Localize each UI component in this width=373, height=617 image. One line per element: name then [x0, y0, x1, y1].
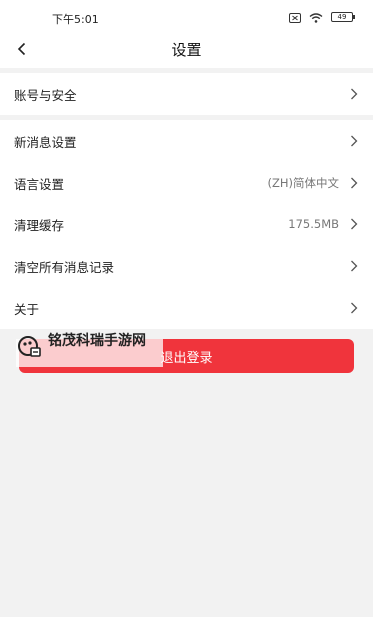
settings-item-label: 新消息设置	[14, 134, 77, 150]
settings-group-account: 账号与安全	[0, 73, 373, 115]
chevron-right-icon	[349, 217, 359, 231]
chevron-right-icon	[349, 87, 359, 101]
settings-item-label: 清理缓存	[14, 217, 65, 233]
battery-icon: 49	[331, 12, 355, 22]
logout-button[interactable]: 退出登录	[19, 339, 354, 373]
status-bar: 下午5:01 49	[0, 0, 373, 34]
settings-item-label: 清空所有消息记录	[14, 259, 115, 275]
chevron-right-icon	[349, 301, 359, 315]
language-value: (ZH)简体中文	[267, 176, 340, 190]
chevron-right-icon	[349, 259, 359, 273]
status-time: 下午5:01	[52, 13, 99, 26]
page-title: 设置	[171, 41, 202, 59]
cache-size-value: 175.5MB	[288, 217, 339, 231]
settings-item-about[interactable]: 关于	[0, 287, 373, 329]
nav-bar: 设置	[0, 34, 373, 68]
settings-item-language[interactable]: 语言设置 (ZH)简体中文	[0, 162, 373, 204]
settings-group-about: 关于	[0, 287, 373, 329]
settings-item-label: 语言设置	[14, 176, 65, 192]
settings-screen: 下午5:01 49 设置 账号与安全 新消息设置 语言设置 (ZH)简体中文 清…	[0, 0, 373, 617]
settings-item-account-security[interactable]: 账号与安全	[0, 73, 373, 115]
chevron-right-icon	[349, 134, 359, 148]
settings-item-clear-messages[interactable]: 清空所有消息记录	[0, 245, 373, 287]
status-icons: 49	[289, 8, 355, 27]
settings-item-message-settings[interactable]: 新消息设置	[0, 120, 373, 162]
chevron-right-icon	[349, 176, 359, 190]
settings-group-storage: 清理缓存 175.5MB 清空所有消息记录	[0, 203, 373, 287]
sim-off-icon	[289, 8, 301, 27]
wifi-icon	[309, 8, 323, 27]
settings-item-clear-cache[interactable]: 清理缓存 175.5MB	[0, 203, 373, 245]
settings-group-preferences: 新消息设置 语言设置 (ZH)简体中文	[0, 120, 373, 204]
settings-item-label: 账号与安全	[14, 87, 77, 103]
settings-item-label: 关于	[14, 301, 40, 317]
